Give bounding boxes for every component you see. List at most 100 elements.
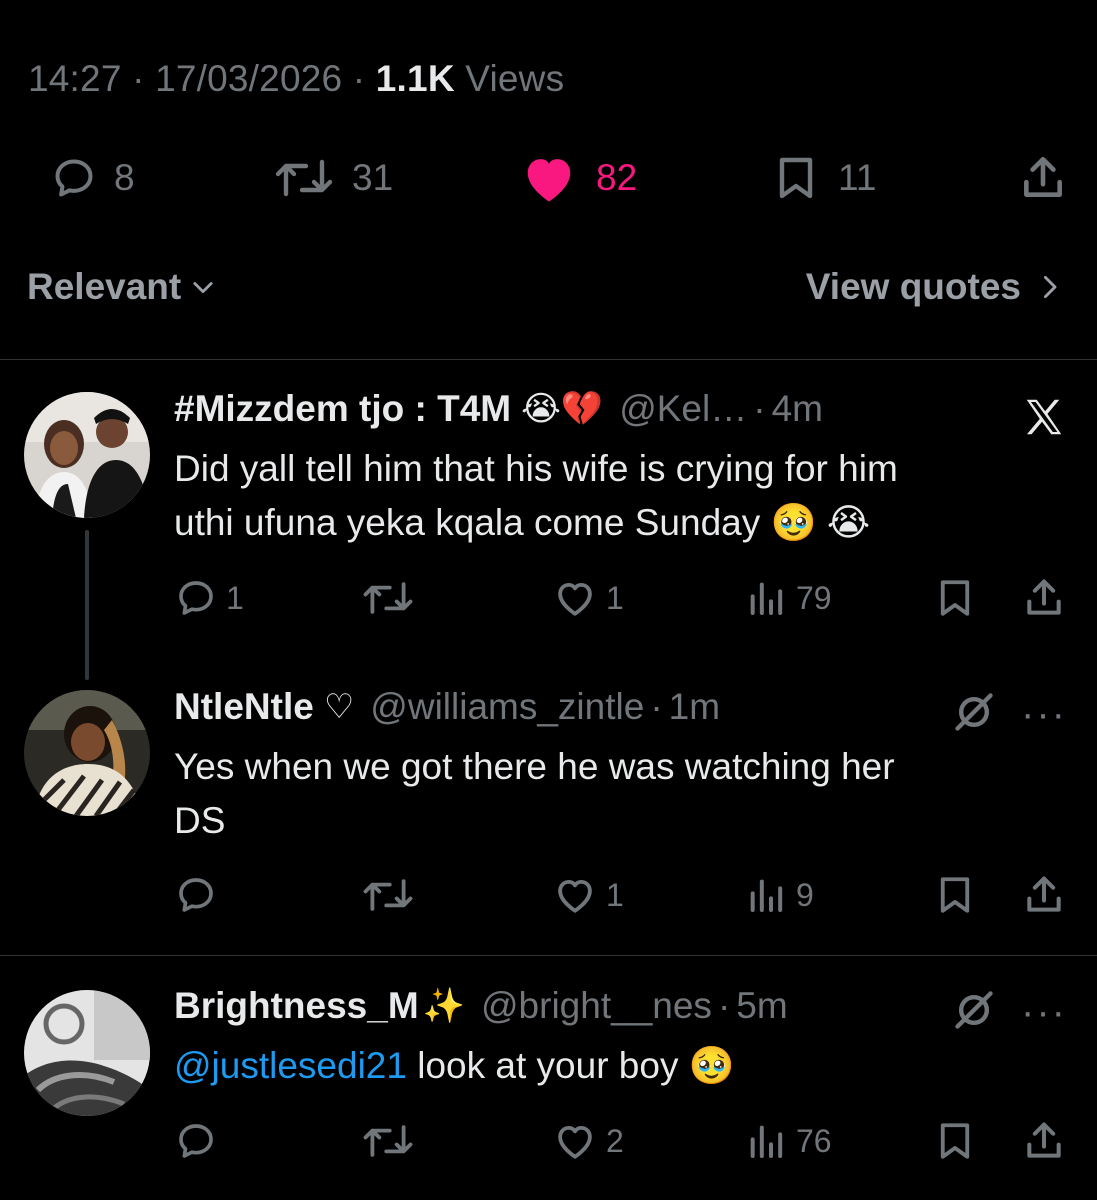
- reply-stat[interactable]: 8: [52, 148, 135, 208]
- tweet-stats-bar: 8 31 82 11: [0, 148, 1097, 208]
- timestamp[interactable]: 5m: [736, 985, 787, 1027]
- reply-count: 1: [226, 579, 244, 616]
- bookmark-count: 11: [838, 157, 877, 198]
- reply-text: @justlesedi21 look at your boy 🥹: [174, 1039, 1034, 1093]
- heart-icon: [558, 582, 592, 616]
- x-logo-icon[interactable]: [1021, 394, 1067, 440]
- repost-button[interactable]: [362, 574, 414, 622]
- reply-text: Yes when we got there he was watching he…: [174, 740, 1034, 848]
- like-count: 82: [596, 157, 638, 198]
- like-button[interactable]: 2: [554, 1117, 624, 1165]
- like-count: 1: [606, 876, 624, 913]
- bookmark-stat[interactable]: 11: [772, 148, 876, 208]
- reply-button[interactable]: [176, 1117, 216, 1165]
- bookmark-icon: [940, 580, 970, 616]
- tweet-meta: 14:27 · 17/03/2026 · 1.1K Views: [28, 58, 565, 99]
- display-name[interactable]: NtleNtle: [174, 686, 314, 728]
- bookmark-button[interactable]: [934, 574, 976, 622]
- repost-icon: [363, 879, 413, 911]
- timestamp[interactable]: 4m: [772, 388, 823, 430]
- reply-actions: 1 9: [0, 871, 1097, 919]
- reply-header: Brightness_M ✨ @bright__nes · 5m: [174, 985, 788, 1027]
- reply-text-line: Did yall tell him that his wife is cryin…: [174, 448, 898, 489]
- reply-count: 8: [114, 157, 135, 198]
- like-stat[interactable]: 82: [520, 148, 637, 208]
- more-options-icon[interactable]: ···: [1021, 694, 1067, 734]
- divider: [0, 955, 1097, 956]
- repost-icon: [363, 582, 413, 614]
- share-icon: [1027, 1122, 1061, 1158]
- sort-label: Relevant: [27, 266, 182, 307]
- like-count: 1: [606, 579, 624, 616]
- views-count: 1.1K: [375, 58, 455, 99]
- reply-header: #Mizzdem tjo : T4M 😭💔 @Kel… · 4m: [174, 388, 823, 430]
- reply-sort-bar: Relevant View quotes: [0, 266, 1097, 318]
- tweet-time: 14:27: [28, 58, 122, 99]
- chevron-down-icon: [193, 282, 213, 294]
- bookmark-icon: [940, 1123, 970, 1159]
- repost-button[interactable]: [362, 1117, 414, 1165]
- share-icon: [1027, 876, 1061, 912]
- avatar[interactable]: [24, 690, 150, 816]
- grok-icon[interactable]: [952, 690, 996, 734]
- reply-actions: 1 1 79: [0, 574, 1097, 622]
- name-emoji: ♡: [323, 688, 355, 726]
- display-name[interactable]: #Mizzdem tjo : T4M: [174, 388, 511, 430]
- avatar-photo: [24, 392, 150, 518]
- like-button[interactable]: 1: [554, 871, 624, 919]
- view-quotes-label: View quotes: [805, 266, 1021, 307]
- avatar-photo: [24, 690, 150, 816]
- bookmark-icon: [940, 877, 970, 913]
- repost-button[interactable]: [362, 871, 414, 919]
- reply-text-line: Yes when we got there he was watching he…: [174, 746, 895, 787]
- views-button[interactable]: 9: [746, 871, 814, 919]
- handle[interactable]: @Kel…: [619, 388, 747, 430]
- heart-icon: [558, 1125, 592, 1159]
- grok-icon[interactable]: [952, 988, 996, 1032]
- name-emoji: 😭💔: [521, 390, 604, 428]
- reply-actions: 2 76: [0, 1117, 1097, 1165]
- handle[interactable]: @bright__nes: [481, 985, 712, 1027]
- view-count: 9: [796, 876, 814, 913]
- avatar[interactable]: [24, 990, 150, 1116]
- share-button[interactable]: [1022, 871, 1066, 919]
- reply-text-line: look at your boy 🥹: [406, 1045, 735, 1086]
- name-emoji: ✨: [422, 987, 465, 1025]
- chevron-right-icon: [1043, 275, 1057, 299]
- analytics-icon: [750, 582, 783, 615]
- share-button[interactable]: [1022, 1117, 1066, 1165]
- handle[interactable]: @williams_zintle: [370, 686, 644, 728]
- avatar-photo: [24, 990, 150, 1116]
- views-label[interactable]: Views: [465, 58, 564, 99]
- reply-text-line: DS: [174, 800, 226, 841]
- reply-button[interactable]: [176, 871, 216, 919]
- heart-filled-icon: [527, 159, 571, 202]
- mention-link[interactable]: @justlesedi21: [174, 1045, 407, 1086]
- views-button[interactable]: 79: [746, 574, 832, 622]
- bookmark-button[interactable]: [934, 1117, 976, 1165]
- reply-button[interactable]: 1: [176, 574, 244, 622]
- more-options-icon[interactable]: ···: [1021, 992, 1067, 1032]
- views-button[interactable]: 76: [746, 1117, 832, 1165]
- analytics-icon: [750, 1125, 783, 1158]
- share-stat[interactable]: [1018, 148, 1068, 208]
- like-button[interactable]: 1: [554, 574, 624, 622]
- view-quotes-link[interactable]: View quotes: [806, 266, 1061, 308]
- reply-header: NtleNtle ♡ @williams_zintle · 1m: [174, 686, 721, 728]
- view-count: 79: [796, 579, 832, 616]
- repost-stat[interactable]: 31: [274, 148, 393, 208]
- like-count: 2: [606, 1122, 624, 1159]
- heart-icon: [558, 879, 592, 913]
- timestamp[interactable]: 1m: [669, 686, 720, 728]
- reply-icon: [179, 878, 213, 912]
- bookmark-icon: [779, 157, 813, 199]
- share-button[interactable]: [1022, 574, 1066, 622]
- sort-dropdown[interactable]: Relevant: [27, 266, 217, 308]
- avatar[interactable]: [24, 392, 150, 518]
- view-count: 76: [796, 1122, 832, 1159]
- share-icon: [1024, 156, 1062, 197]
- display-name[interactable]: Brightness_M: [174, 985, 419, 1027]
- bookmark-button[interactable]: [934, 871, 976, 919]
- reply-icon: [179, 1124, 213, 1158]
- share-icon: [1027, 579, 1061, 615]
